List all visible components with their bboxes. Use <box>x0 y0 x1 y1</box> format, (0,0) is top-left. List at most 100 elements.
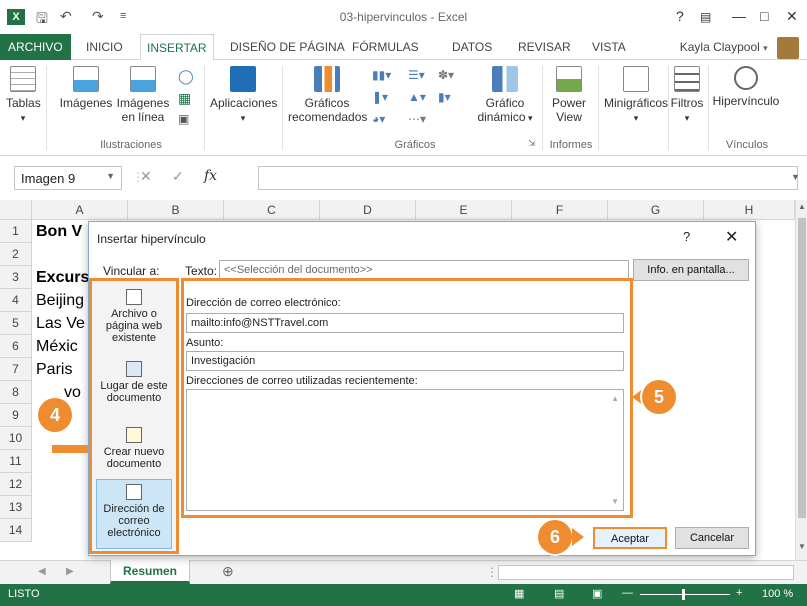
link-option-correo[interactable]: Dirección de correo electrónico <box>96 479 172 549</box>
hierarchy-chart-icon[interactable]: ✽▾ <box>438 68 454 82</box>
ribbon-display-options-icon[interactable]: ▤ <box>700 10 711 24</box>
tab-diseno-de-pagina[interactable]: DISEÑO DE PÁGINA <box>224 34 351 60</box>
vertical-scrollbar[interactable]: ▲ ▼ <box>795 200 807 560</box>
row-header[interactable]: 7 <box>0 358 32 381</box>
page-layout-view-icon[interactable]: ▤ <box>554 587 564 600</box>
cell-a5[interactable]: Las Ve <box>36 313 85 335</box>
row-header[interactable]: 2 <box>0 243 32 266</box>
scrollbar-thumb[interactable] <box>798 218 806 518</box>
row-header[interactable]: 1 <box>0 220 32 243</box>
filtros-button[interactable]: Filtros ▾ <box>668 66 706 125</box>
tab-insertar[interactable]: INSERTAR <box>140 34 214 61</box>
column-chart-icon[interactable]: ▮▮▾ <box>372 68 391 82</box>
scroll-up-icon[interactable]: ▲ <box>798 202 806 211</box>
new-sheet-icon[interactable]: ⊕ <box>222 563 234 580</box>
insert-function-icon[interactable]: fx <box>204 168 217 184</box>
split-handle-icon[interactable]: ⋮ <box>486 565 498 579</box>
bar-chart-icon[interactable]: ☰▾ <box>408 68 425 82</box>
sheet-tab-resumen[interactable]: Resumen <box>110 560 190 584</box>
aplicaciones-button[interactable]: Aplicaciones ▾ <box>210 66 277 125</box>
texto-input[interactable]: <<Selección del documento>> <box>219 260 629 280</box>
row-header[interactable]: 12 <box>0 473 32 496</box>
cell-a1[interactable]: Bon V <box>36 221 82 243</box>
screenshot-icon[interactable]: ▣ <box>178 112 189 126</box>
cancelar-button[interactable]: Cancelar <box>675 527 749 549</box>
tab-formulas[interactable]: FÓRMULAS <box>346 34 425 60</box>
email-input[interactable]: mailto:info@NSTTravel.com <box>186 313 624 333</box>
horizontal-scrollbar[interactable] <box>498 565 794 580</box>
link-option-lugar[interactable]: Lugar de este documento <box>92 361 176 404</box>
zoom-in-icon[interactable]: + <box>736 587 742 599</box>
area-chart-icon[interactable]: ▲▾ <box>408 90 426 104</box>
formula-input[interactable] <box>258 166 798 190</box>
row-header[interactable]: 9 <box>0 404 32 427</box>
tab-revisar[interactable]: REVISAR <box>512 34 577 60</box>
tab-datos[interactable]: DATOS <box>446 34 498 60</box>
row-header[interactable]: 5 <box>0 312 32 335</box>
hipervinculo-button[interactable]: Hipervínculo <box>710 66 782 108</box>
prev-sheet-icon[interactable]: ◀ <box>38 566 46 577</box>
row-header[interactable]: 13 <box>0 496 32 519</box>
column-header[interactable]: D <box>320 200 416 220</box>
column-header[interactable]: B <box>128 200 224 220</box>
pie-chart-icon[interactable]: ◕▾ <box>372 112 385 126</box>
cancel-entry-icon[interactable]: ✕ <box>140 168 152 185</box>
graficos-recomendados-button[interactable]: Gráficos recomendados <box>288 66 367 124</box>
minigraficos-button[interactable]: Minigráficos ▾ <box>604 66 668 125</box>
scatter-chart-icon[interactable]: ⋯▾ <box>408 112 426 126</box>
dialog-close-icon[interactable]: ✕ <box>725 227 738 247</box>
grafico-dinamico-button[interactable]: Gráfico dinámico ▾ <box>470 66 540 125</box>
next-sheet-icon[interactable]: ▶ <box>66 566 74 577</box>
subject-input[interactable]: Investigación <box>186 351 624 371</box>
row-header[interactable]: 14 <box>0 519 32 542</box>
expand-formula-bar-icon[interactable]: ▼ <box>791 172 800 182</box>
link-option-archivo[interactable]: Archivo o página web existente <box>92 289 176 344</box>
scroll-up-icon[interactable]: ▲ <box>611 394 619 403</box>
cell-a8[interactable]: vo <box>64 382 81 404</box>
smartart-icon[interactable]: ▦ <box>178 90 191 107</box>
tablas-button[interactable]: Tablas ▾ <box>6 66 41 125</box>
power-view-button[interactable]: Power View <box>546 66 592 124</box>
select-all-corner[interactable] <box>0 200 32 220</box>
row-header[interactable]: 3 <box>0 266 32 289</box>
maximize-icon[interactable]: □ <box>760 8 768 24</box>
zoom-slider-thumb[interactable] <box>682 589 685 600</box>
scroll-down-icon[interactable]: ▼ <box>798 542 806 551</box>
help-button[interactable]: ? <box>676 8 684 24</box>
row-header[interactable]: 6 <box>0 335 32 358</box>
name-box[interactable]: Imagen 9 ▼ <box>14 166 122 190</box>
page-break-view-icon[interactable]: ▣ <box>592 587 602 600</box>
close-icon[interactable]: ✕ <box>786 8 798 25</box>
shapes-icon[interactable]: ◯ <box>178 68 194 85</box>
row-header[interactable]: 4 <box>0 289 32 312</box>
link-option-nuevo[interactable]: Crear nuevo documento <box>92 427 176 470</box>
confirm-entry-icon[interactable]: ✓ <box>172 168 184 185</box>
imagenes-button[interactable]: Imágenes <box>58 66 114 110</box>
cell-a6[interactable]: Méxic <box>36 336 78 358</box>
column-header[interactable]: A <box>32 200 128 220</box>
scroll-down-icon[interactable]: ▼ <box>611 497 619 506</box>
dialog-launcher-icon[interactable]: ⇲ <box>528 138 536 149</box>
cell-a7[interactable]: Paris <box>36 359 72 381</box>
row-header[interactable]: 10 <box>0 427 32 450</box>
zoom-out-icon[interactable]: — <box>622 587 633 599</box>
imagenes-en-linea-button[interactable]: Imágenes en línea <box>116 66 170 124</box>
row-header[interactable]: 8 <box>0 381 32 404</box>
tab-vista[interactable]: VISTA <box>586 34 632 60</box>
cell-a3[interactable]: Excurs <box>36 267 89 289</box>
aceptar-button[interactable]: Aceptar <box>593 527 667 549</box>
info-en-pantalla-button[interactable]: Info. en pantalla... <box>633 259 749 281</box>
column-header[interactable]: H <box>704 200 795 220</box>
zoom-level[interactable]: 100 % <box>762 588 793 600</box>
row-header[interactable]: 11 <box>0 450 32 473</box>
stat-chart-icon[interactable]: ▮▾ <box>438 90 451 104</box>
column-header[interactable]: G <box>608 200 704 220</box>
minimize-icon[interactable]: — <box>732 8 746 24</box>
zoom-slider[interactable] <box>640 594 730 595</box>
tab-archivo[interactable]: ARCHIVO <box>0 34 71 60</box>
line-chart-icon[interactable]: ❚▾ <box>372 90 388 104</box>
chevron-down-icon[interactable]: ▼ <box>106 171 115 181</box>
column-header[interactable]: C <box>224 200 320 220</box>
recent-emails-list[interactable]: ▲ ▼ <box>186 389 624 511</box>
user-account[interactable]: Kayla Claypool ▾ <box>680 34 799 60</box>
